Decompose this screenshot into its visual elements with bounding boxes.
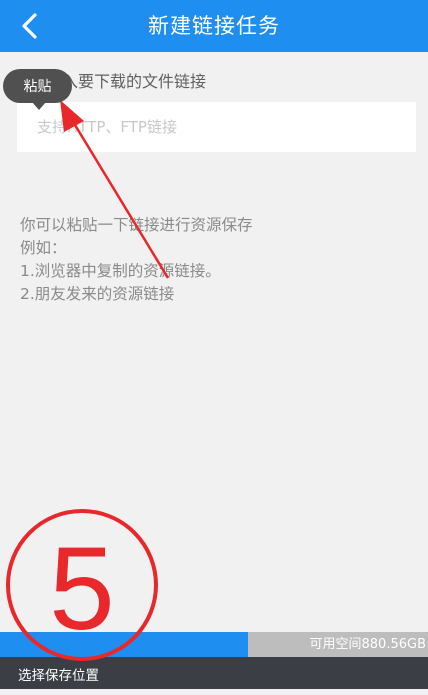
paste-tooltip[interactable]: 粘贴 (3, 69, 72, 110)
step-number: 5 (49, 523, 115, 655)
step-number-annotation: 5 (6, 509, 158, 661)
arrow-line (70, 119, 170, 279)
arrow-head (60, 100, 84, 132)
paste-label: 粘贴 (23, 79, 52, 95)
storage-available-text: 可用空间880.56GB (309, 637, 426, 652)
